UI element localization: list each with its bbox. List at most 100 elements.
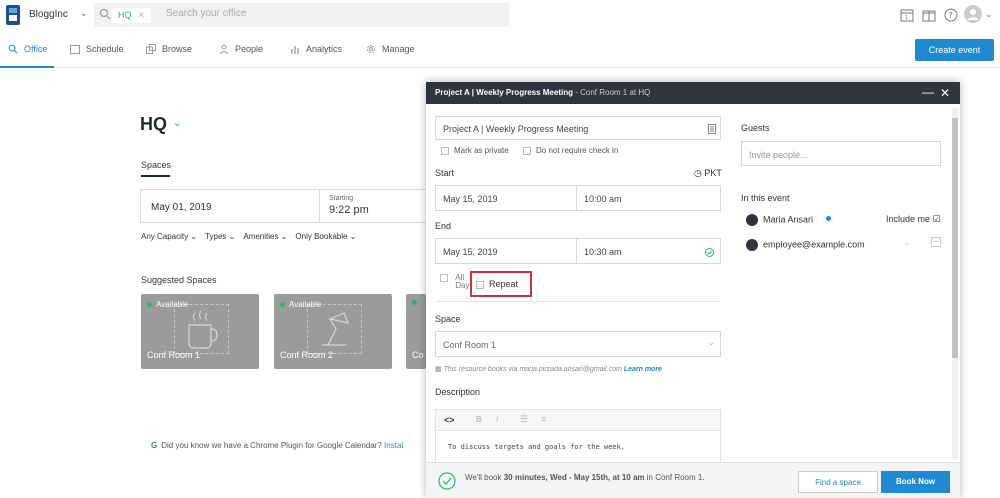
all-day-checkbox[interactable]: All Day: [440, 274, 473, 290]
chevron-down-icon[interactable]: ⌄: [904, 238, 911, 247]
filter-types[interactable]: Types ⌄: [205, 232, 235, 241]
space-select[interactable]: Conf Room 1 ⌄: [435, 331, 721, 357]
search-icon: [8, 44, 18, 54]
nav-schedule[interactable]: Schedule: [70, 44, 124, 54]
person-icon: [746, 239, 758, 251]
browse-icon: [146, 44, 156, 54]
chevron-down-icon[interactable]: ⌄: [173, 118, 181, 129]
italic-icon[interactable]: I: [496, 415, 498, 424]
remove-attendee-button[interactable]: –: [931, 237, 941, 247]
main-nav: Office Schedule Browse People Analytics …: [0, 32, 1000, 68]
start-date-field[interactable]: May 15, 2019: [435, 185, 577, 211]
checkbox-label: Mark as private: [454, 146, 509, 155]
invite-people-input[interactable]: Invite people...: [741, 141, 941, 166]
lamp-icon: [322, 312, 349, 346]
svg-text:?: ?: [949, 11, 953, 20]
search-input[interactable]: Search your office: [166, 8, 246, 19]
close-icon[interactable]: ✕: [940, 86, 950, 100]
close-icon[interactable]: ✕: [138, 10, 146, 20]
create-event-button[interactable]: Create event: [915, 39, 994, 61]
bullet-list-icon[interactable]: ☰: [520, 414, 528, 425]
help-icon[interactable]: ?: [944, 8, 958, 22]
space-card[interactable]: Available Conf Room 2: [274, 294, 392, 369]
description-label: Description: [435, 387, 481, 397]
chrome-plugin-tip: G Did you know we have a Chrome Plugin fo…: [151, 441, 403, 450]
learn-more-link[interactable]: Learn more: [624, 366, 662, 373]
chip-label: HQ: [118, 10, 132, 20]
end-date-field[interactable]: May 15, 2019: [435, 238, 577, 264]
description-editor[interactable]: To discuss targets and goals for the wee…: [435, 431, 721, 465]
book-now-button[interactable]: Book Now: [881, 471, 950, 493]
event-title-value: Project A | Weekly Progress Meeting: [443, 124, 589, 134]
search-icon: [99, 8, 111, 20]
summary-suffix: in Conf Room 1.: [644, 473, 705, 482]
availability-status: Available: [280, 300, 321, 309]
repeat-checkbox[interactable]: Repeat: [476, 279, 518, 289]
starting-time-field[interactable]: 9:22 pm: [329, 204, 369, 216]
page-title[interactable]: HQ: [140, 114, 167, 135]
space-value: Conf Room 1: [443, 340, 497, 350]
checkbox[interactable]: [523, 146, 531, 155]
filter-bookable[interactable]: Only Bookable ⌄: [295, 232, 356, 241]
filter-bar: Any Capacity ⌄ Types ⌄ Amenities ⌄ Only …: [141, 232, 356, 241]
tab-spaces[interactable]: Spaces: [141, 160, 171, 170]
filter-amenities[interactable]: Amenities ⌄: [243, 232, 287, 241]
nav-browse[interactable]: Browse: [146, 44, 192, 54]
status-dot: [412, 300, 417, 305]
checkbox-label: Do not require check in: [536, 146, 619, 155]
location-chip[interactable]: HQ ✕: [112, 8, 152, 23]
include-me-label: Include me: [886, 214, 931, 224]
end-label: End: [435, 221, 452, 231]
gift-icon[interactable]: [922, 8, 936, 22]
space-name: Conf Room 2: [280, 350, 334, 360]
start-time-field[interactable]: 10:00 am: [576, 185, 721, 211]
minimize-icon[interactable]: —: [922, 85, 934, 99]
filter-label: Any Capacity: [141, 232, 189, 241]
notes-icon[interactable]: [708, 124, 716, 134]
dialog-subtitle: - Conf Room 1 at HQ: [573, 88, 651, 97]
chevron-down-icon[interactable]: ⌄: [985, 9, 993, 20]
dialog-title-text: Project A | Weekly Progress Meeting: [435, 88, 573, 97]
no-checkin-checkbox[interactable]: Do not require check in: [523, 146, 618, 155]
bold-icon[interactable]: B: [476, 415, 482, 424]
space-card[interactable]: Available Conf Room 1: [141, 294, 259, 369]
brand-name[interactable]: BloggInc: [29, 9, 68, 20]
scrollbar-thumb[interactable]: [952, 118, 958, 358]
avatar[interactable]: [964, 5, 982, 23]
space-card[interactable]: Co: [406, 294, 426, 369]
availability-status: [412, 300, 417, 305]
checkbox[interactable]: [441, 146, 449, 155]
mark-private-checkbox[interactable]: Mark as private: [441, 146, 509, 155]
calendar-icon[interactable]: 1: [900, 8, 914, 22]
checkbox[interactable]: [476, 280, 484, 289]
date-time-picker[interactable]: May 01, 2019 Starting 9:22 pm: [140, 189, 440, 223]
find-space-button[interactable]: Find a space: [798, 471, 878, 493]
scrollbar[interactable]: [952, 108, 958, 460]
nav-analytics[interactable]: Analytics: [290, 44, 342, 54]
attendee-name: Maria Ansari: [763, 214, 814, 225]
search-bar[interactable]: HQ ✕ Search your office: [94, 3, 509, 27]
availability-status: Available: [147, 300, 188, 309]
nav-office[interactable]: Office: [8, 44, 47, 54]
svg-text:1: 1: [905, 15, 908, 21]
include-me-toggle[interactable]: Include me ☑: [886, 214, 941, 225]
end-time-field[interactable]: 10:30 am: [576, 238, 721, 264]
filter-capacity[interactable]: Any Capacity ⌄: [141, 232, 197, 241]
checkbox-checked-icon[interactable]: ☑: [933, 214, 941, 224]
event-title-input[interactable]: Project A | Weekly Progress Meeting: [435, 116, 721, 140]
nav-people[interactable]: People: [219, 44, 263, 54]
dialog-header: Project A | Weekly Progress Meeting - Co…: [426, 82, 960, 104]
code-view-icon[interactable]: <>: [444, 415, 455, 425]
gear-icon: [367, 45, 375, 53]
date-field[interactable]: May 01, 2019: [151, 202, 212, 213]
filter-label: Only Bookable: [295, 232, 348, 241]
checkbox[interactable]: [440, 274, 448, 282]
chevron-down-icon[interactable]: ⌄: [80, 8, 88, 19]
nav-manage[interactable]: Manage: [366, 44, 415, 54]
editor-toolbar: <> B I ☰ ≡: [435, 409, 721, 431]
timezone-badge[interactable]: ◷ PKT: [694, 168, 722, 179]
numbered-list-icon[interactable]: ≡: [541, 414, 546, 424]
attendee-name: employee@example.com: [763, 239, 865, 250]
space-name: Conf Room 1: [147, 350, 201, 360]
install-link[interactable]: Instal: [384, 441, 403, 450]
